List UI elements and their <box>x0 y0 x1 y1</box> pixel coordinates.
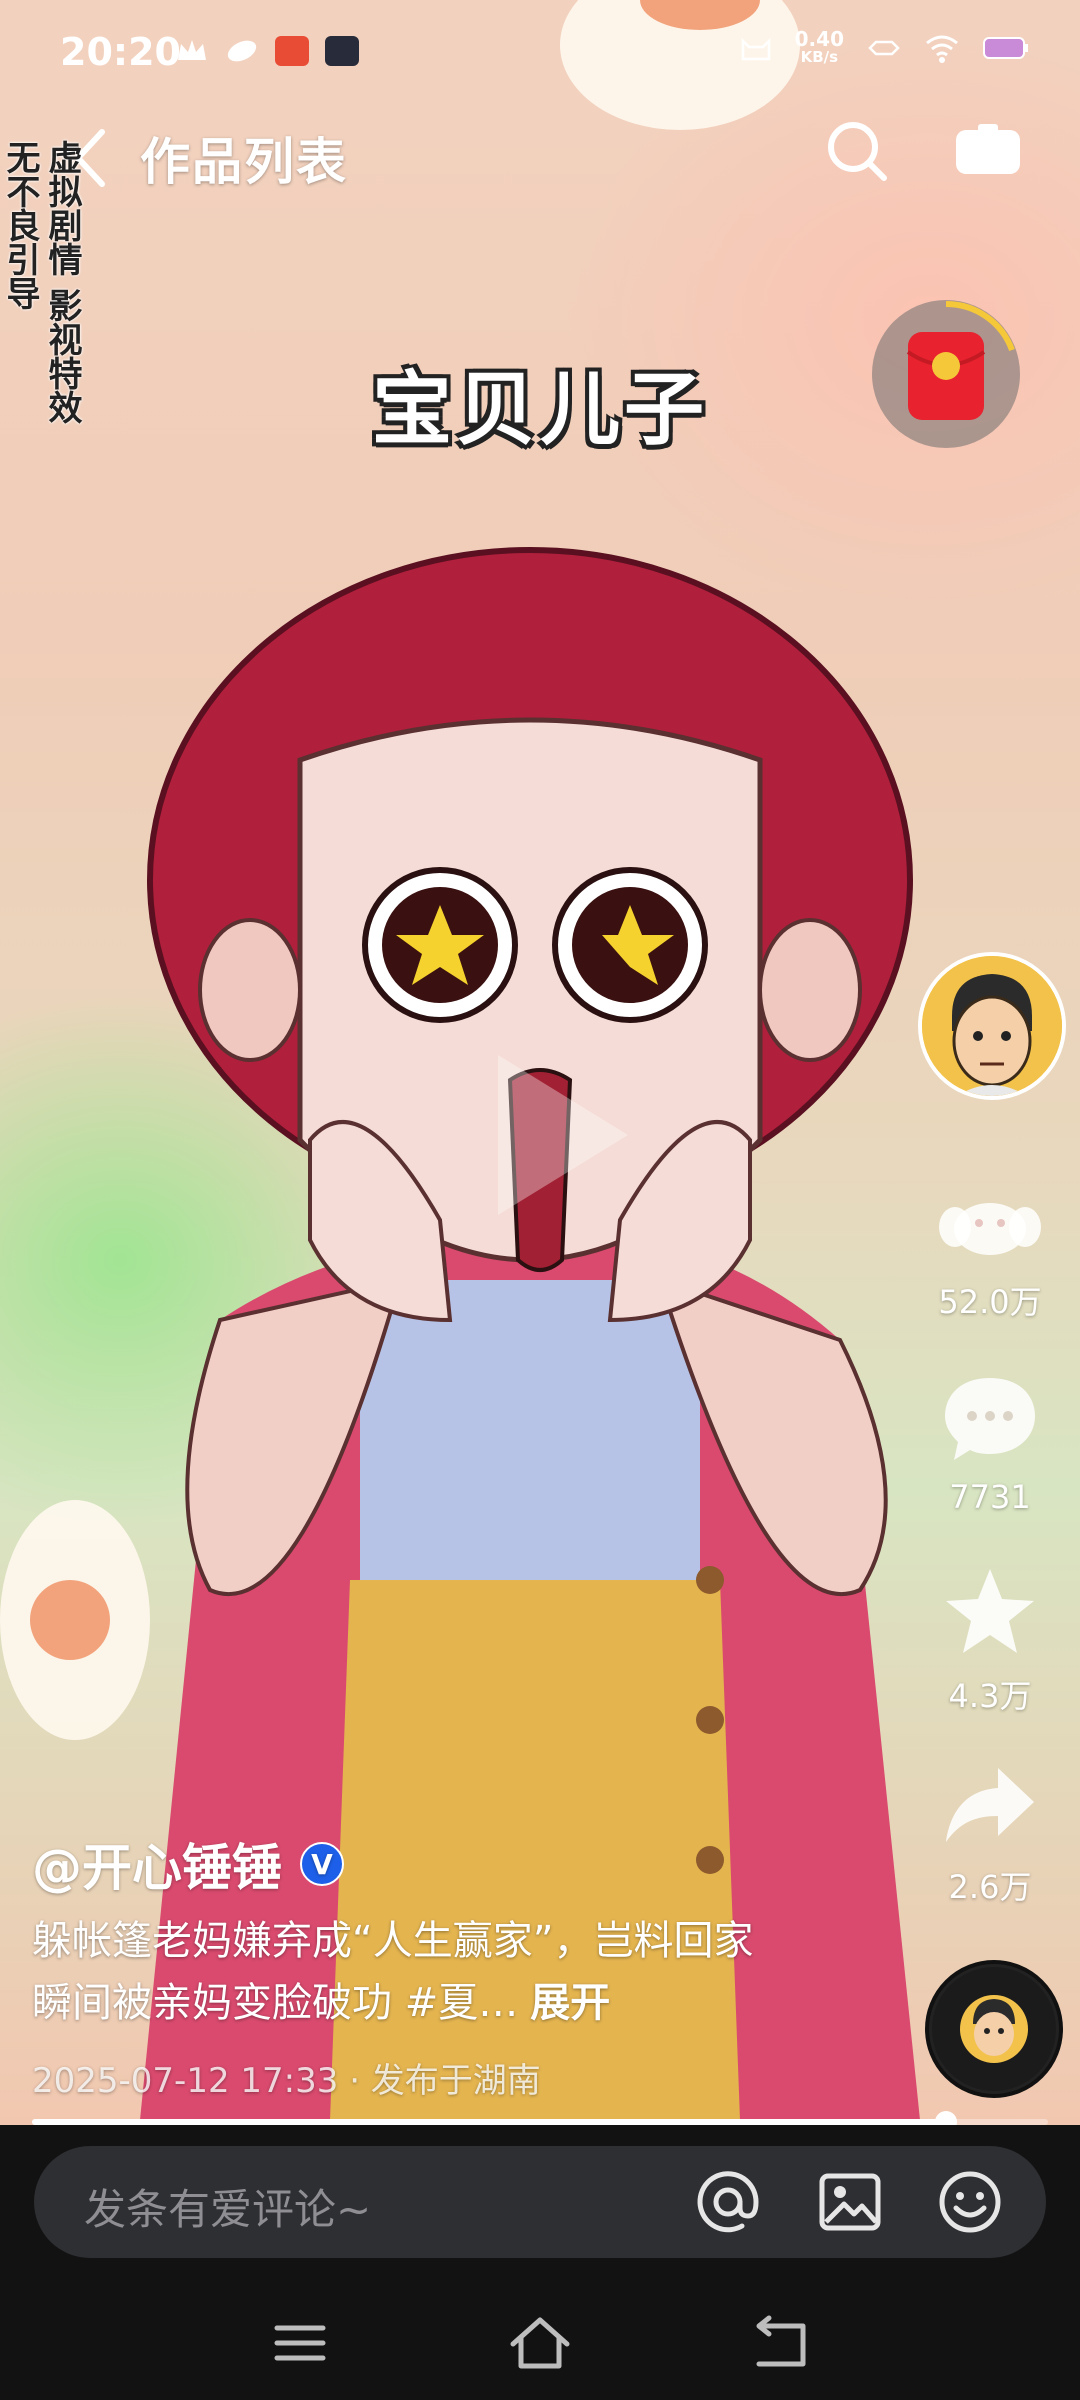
post-meta: 2025-07-12 17:33 · 发布于湖南 <box>32 2061 541 2101</box>
favorite-count: 4.3万 <box>948 1677 1032 1715</box>
music-disc[interactable] <box>925 1960 1063 2098</box>
share-icon <box>946 1768 1034 1842</box>
home-icon[interactable] <box>505 2308 575 2378</box>
like-count: 52.0万 <box>938 1283 1042 1321</box>
share-button[interactable]: 2.6万 <box>930 1760 1050 1908</box>
status-time: 20:20 <box>60 30 181 74</box>
favorite-button[interactable]: 4.3万 <box>930 1563 1050 1717</box>
verified-badge: V <box>300 1842 344 1886</box>
search-icon[interactable] <box>822 116 892 186</box>
cat-icon <box>741 37 770 61</box>
status-right: 0.40 KB/s <box>739 27 1030 66</box>
net-speed: 0.40 KB/s <box>794 27 844 66</box>
status-bar: 20:20 0.40 KB/s <box>0 0 1080 110</box>
like-button[interactable]: 52.0万 <box>930 1185 1050 1323</box>
like-icon <box>939 1203 1041 1255</box>
back-nav-icon[interactable] <box>745 2308 815 2378</box>
video-app-icon <box>325 36 359 66</box>
emoji-icon[interactable] <box>936 2168 1004 2236</box>
leaf-icon <box>227 40 257 62</box>
net-speed-unit: KB/s <box>800 48 839 66</box>
app-badge-icon <box>275 36 309 66</box>
author-avatar[interactable] <box>918 952 1066 1100</box>
description-text: 躲帐篷老妈嫌弃成“人生赢家”，岂料回家瞬间被亲妈变脸破功 #夏… <box>32 1918 754 2026</box>
author-name[interactable]: @开心锤锤 <box>32 1828 282 1900</box>
comment-input[interactable]: 发条有爱评论~ <box>34 2146 1046 2258</box>
system-nav-bar <box>0 2290 1080 2400</box>
top-bar: 作品列表 <box>0 110 1080 205</box>
comment-count: 7731 <box>949 1478 1031 1516</box>
at-icon[interactable] <box>694 2168 762 2236</box>
avatar-face <box>922 956 1062 1096</box>
music-disc-icon <box>932 1967 1056 2091</box>
wifi-icon <box>926 35 958 63</box>
crown-icon <box>178 40 206 60</box>
disclaimer-text-1: 无不良引导 <box>0 140 40 310</box>
comment-placeholder: 发条有爱评论~ <box>84 2185 372 2234</box>
menu-icon[interactable] <box>265 2308 335 2378</box>
red-packet-icon <box>906 300 1015 420</box>
battery-icon <box>983 37 1028 59</box>
net-speed-value: 0.40 <box>794 27 844 51</box>
author-name-row[interactable]: @开心锤锤 V <box>32 1828 344 1900</box>
expand-link[interactable]: 展开 <box>530 1980 610 2026</box>
comment-icon <box>945 1378 1035 1460</box>
page-title: 作品列表 <box>140 133 348 191</box>
vibrate-icon <box>868 40 900 56</box>
play-icon[interactable] <box>478 1045 638 1225</box>
share-count: 2.6万 <box>948 1868 1032 1906</box>
comment-button[interactable]: 7731 <box>930 1370 1050 1516</box>
star-icon <box>946 1569 1034 1653</box>
flower-center <box>30 1580 110 1660</box>
post-description: 躲帐篷老妈嫌弃成“人生赢家”，岂料回家瞬间被亲妈变脸破功 #夏… 展开 <box>32 1910 792 2034</box>
image-icon[interactable] <box>816 2168 884 2236</box>
red-packet-button[interactable] <box>872 300 1020 448</box>
notification-icons <box>175 36 359 66</box>
camera-icon[interactable] <box>952 120 1024 182</box>
